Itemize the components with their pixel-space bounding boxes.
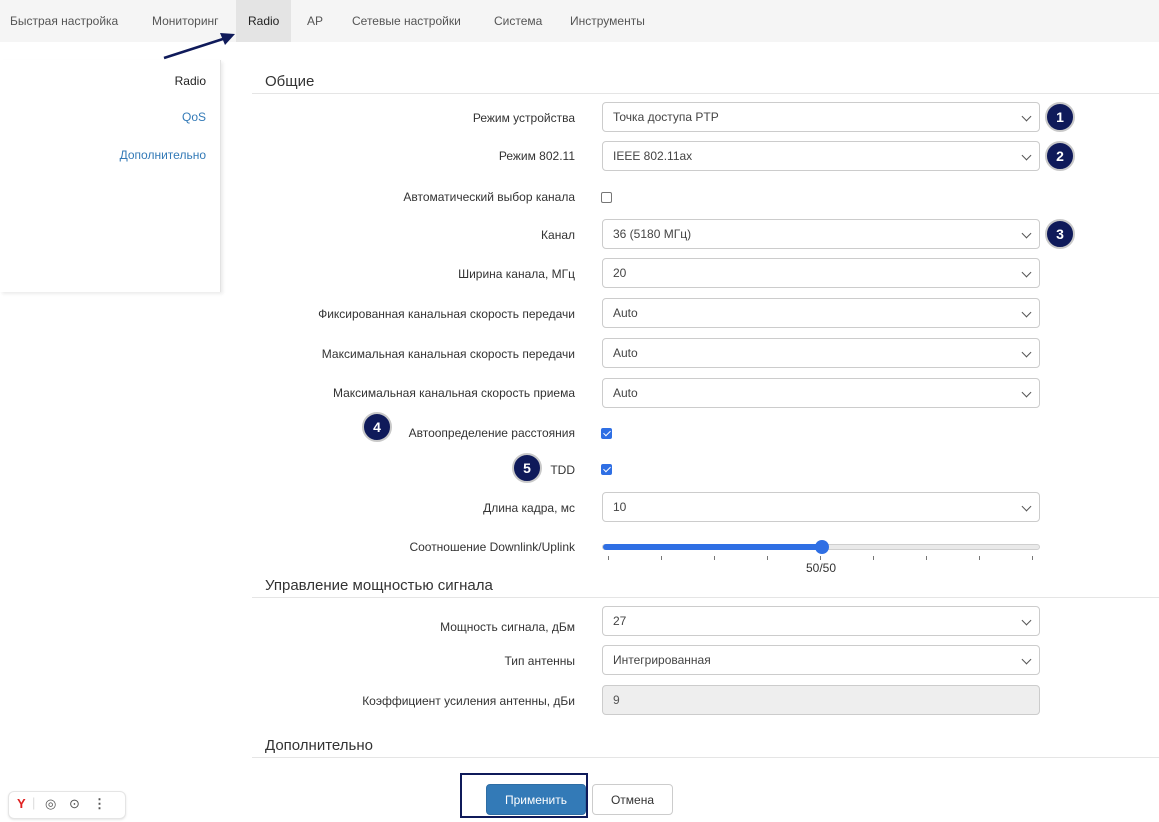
fixed-rate-select[interactable]: Auto — [602, 298, 1040, 328]
sidebar-item-qos[interactable]: QoS — [182, 110, 206, 124]
tab-radio[interactable]: Radio — [236, 0, 292, 42]
slider-tick — [714, 556, 715, 560]
yandex-icon[interactable]: Y — [17, 796, 26, 811]
slider-tick — [608, 556, 609, 560]
slider-tick — [767, 556, 768, 560]
slider-tick — [873, 556, 874, 560]
tx-power-value: 27 — [613, 614, 627, 628]
more-vertical-icon[interactable]: ⋮ — [93, 796, 106, 812]
auto-distance-label: Автоопределение расстояния — [408, 426, 575, 440]
section-divider — [252, 757, 1159, 758]
annotation-badge-1: 1 — [1045, 102, 1075, 132]
dl-ul-ratio-label: Соотношение Downlink/Uplink — [409, 540, 575, 554]
channel-select[interactable]: 36 (5180 МГц) — [602, 219, 1040, 249]
frame-length-select[interactable]: 10 — [602, 492, 1040, 522]
chevron-down-icon — [1021, 501, 1032, 512]
slider-thumb[interactable] — [815, 540, 829, 554]
tab-network-settings[interactable]: Сетевые настройки — [352, 0, 461, 42]
eye-icon[interactable]: ◎ — [45, 796, 56, 812]
fixed-rate-label: Фиксированная канальная скорость передач… — [318, 307, 575, 321]
channel-width-value: 20 — [613, 266, 627, 280]
slider-tick — [820, 556, 821, 560]
mode-80211-label: Режим 802.11 — [498, 149, 575, 163]
camera-icon[interactable]: ⊙ — [69, 796, 80, 812]
slider-tick — [979, 556, 980, 560]
antenna-gain-value: 9 — [613, 693, 620, 707]
max-tx-rate-value: Auto — [613, 346, 638, 360]
device-mode-value: Точка доступа PTP — [613, 110, 719, 124]
frame-length-value: 10 — [613, 500, 627, 514]
max-tx-rate-label: Максимальная канальная скорость передачи — [321, 347, 575, 361]
annotation-badge-3: 3 — [1045, 219, 1075, 249]
chevron-down-icon — [1021, 347, 1032, 358]
auto-channel-label: Автоматический выбор канала — [403, 190, 575, 204]
chevron-down-icon — [1021, 654, 1032, 665]
tdd-label: TDD — [550, 463, 575, 477]
sidebar-item-radio[interactable]: Radio — [175, 74, 206, 88]
slider-tick — [1032, 556, 1033, 560]
chevron-down-icon — [1021, 228, 1032, 239]
antenna-type-label: Тип антенны — [504, 654, 575, 668]
tab-ap[interactable]: AP — [307, 0, 323, 42]
fixed-rate-value: Auto — [613, 306, 638, 320]
section-title-advanced: Дополнительно — [265, 737, 373, 754]
section-divider — [252, 93, 1159, 94]
section-title-power: Управление мощностью сигнала — [265, 577, 493, 594]
max-tx-rate-select[interactable]: Auto — [602, 338, 1040, 368]
chevron-down-icon — [1021, 150, 1032, 161]
tx-power-select[interactable]: 27 — [602, 606, 1040, 636]
browser-toolbar-widget: Y | ◎ ⊙ ⋮ — [8, 791, 126, 819]
slider-tick — [926, 556, 927, 560]
mode-80211-value: IEEE 802.11ax — [613, 149, 693, 163]
annotation-badge-4: 4 — [362, 412, 392, 442]
sidebar: Radio QoS Дополнительно — [0, 60, 221, 292]
antenna-type-value: Интегрированная — [613, 653, 711, 667]
tab-system[interactable]: Система — [494, 0, 542, 42]
tab-tools[interactable]: Инструменты — [570, 0, 645, 42]
slider-tick — [661, 556, 662, 560]
channel-value: 36 (5180 МГц) — [613, 227, 692, 241]
antenna-gain-input: 9 — [602, 685, 1040, 715]
auto-channel-checkbox[interactable] — [601, 192, 612, 203]
channel-label: Канал — [541, 228, 575, 242]
max-rx-rate-select[interactable]: Auto — [602, 378, 1040, 408]
tdd-checkbox[interactable] — [601, 464, 612, 475]
apply-button[interactable]: Применить — [486, 784, 586, 815]
antenna-type-select[interactable]: Интегрированная — [602, 645, 1040, 675]
device-mode-select[interactable]: Точка доступа PTP — [602, 102, 1040, 132]
auto-distance-checkbox[interactable] — [601, 428, 612, 439]
dl-ul-ratio-value: 50/50 — [806, 561, 837, 575]
chevron-down-icon — [1021, 387, 1032, 398]
frame-length-label: Длина кадра, мс — [483, 501, 575, 515]
chevron-down-icon — [1021, 615, 1032, 626]
section-divider — [252, 597, 1159, 598]
channel-width-select[interactable]: 20 — [602, 258, 1040, 288]
section-title-general: Общие — [265, 73, 315, 90]
mode-80211-select[interactable]: IEEE 802.11ax — [602, 141, 1040, 171]
device-mode-label: Режим устройства — [472, 111, 575, 125]
annotation-badge-5: 5 — [512, 453, 542, 483]
chevron-down-icon — [1021, 267, 1032, 278]
tab-quick-setup[interactable]: Быстрая настройка — [10, 0, 118, 42]
chevron-down-icon — [1021, 111, 1032, 122]
slider-fill — [603, 544, 822, 550]
max-rx-rate-value: Auto — [613, 386, 638, 400]
antenna-gain-label: Коэффициент усиления антенны, дБи — [362, 694, 575, 708]
channel-width-label: Ширина канала, МГц — [458, 267, 575, 281]
max-rx-rate-label: Максимальная канальная скорость приема — [332, 386, 575, 400]
tx-power-label: Мощность сигнала, дБм — [440, 620, 575, 634]
annotation-badge-2: 2 — [1045, 141, 1075, 171]
chevron-down-icon — [1021, 307, 1032, 318]
sidebar-item-advanced[interactable]: Дополнительно — [120, 148, 206, 162]
cancel-button[interactable]: Отмена — [592, 784, 673, 815]
annotation-arrow — [163, 33, 235, 60]
divider-icon: | — [32, 795, 36, 810]
dl-ul-ratio-slider[interactable] — [602, 540, 1040, 554]
